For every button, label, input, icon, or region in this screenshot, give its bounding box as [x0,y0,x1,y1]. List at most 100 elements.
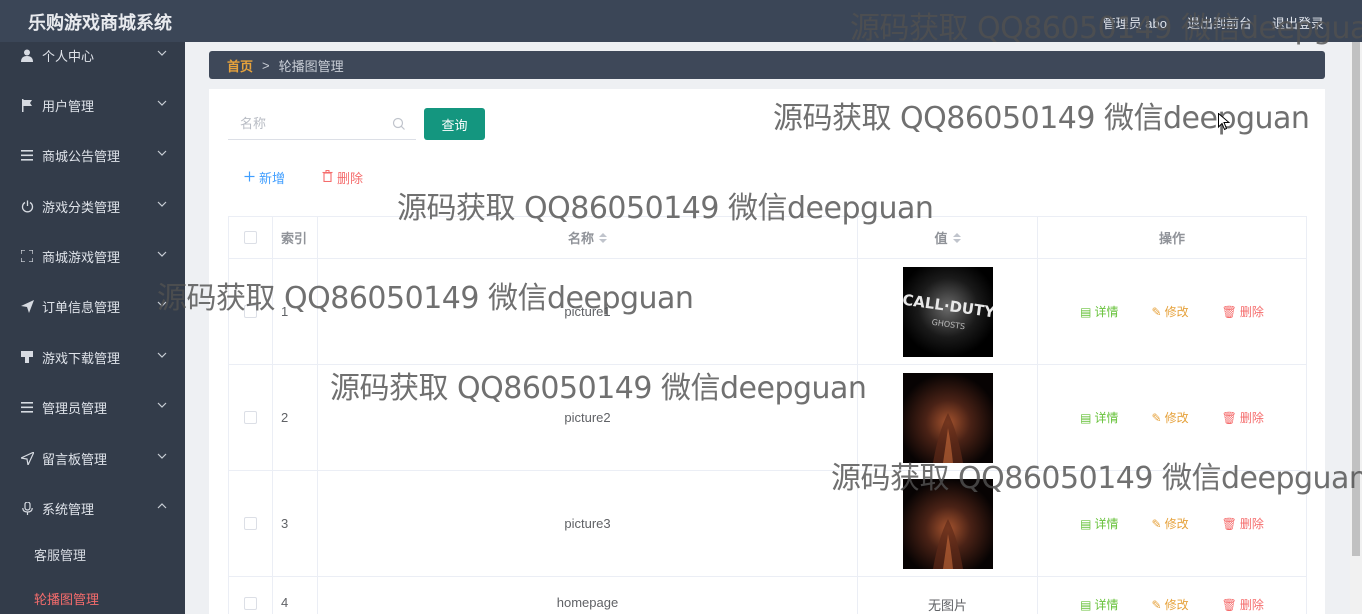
row-value: 无图片 [858,577,1038,614]
detail-button[interactable]: ▤ 详情 [1080,596,1118,613]
row-index: 4 [273,577,318,614]
row-checkbox-cell [228,471,273,576]
header-name[interactable]: 名称 [318,217,858,258]
delete-label: 删除 [1239,411,1264,425]
search-field[interactable] [228,108,416,140]
scrollbar-thumb[interactable] [1352,42,1360,556]
page-scrollbar[interactable] [1350,42,1362,614]
row-value [858,471,1038,576]
top-bar: 乐购游戏商城系统 管理员 abo 退出到前台 退出登录 [0,0,1362,42]
edit-button[interactable]: ✎ 修改 [1152,303,1189,320]
delete-label: 删除 [1239,305,1264,319]
delete-button[interactable]: 🗑 删除 [1222,596,1264,613]
row-actions: ▤ 详情 ✎ 修改 🗑 删除 [1038,471,1307,576]
breadcrumb-home[interactable]: 首页 [227,56,253,75]
chevron-down-icon [157,301,167,307]
call-of-duty-ghosts-image: CALL·DUTY GHOSTS [902,266,993,357]
select-all-checkbox[interactable] [244,231,257,244]
row-value [858,365,1038,470]
delete-button[interactable]: 🗑 删除 [1222,515,1264,532]
edit-button[interactable]: ✎ 修改 [1152,515,1189,532]
sidebar-item-label: 个人中心 [42,48,95,64]
document-icon: ▤ [1080,516,1092,531]
top-bar-right: 管理员 abo 退出到前台 退出登录 [1103,13,1324,32]
row-checkbox[interactable] [244,517,257,530]
dark-fire-image [902,372,993,463]
document-icon: ▤ [1080,304,1092,319]
sidebar-item-message-board[interactable]: 留言板管理 [0,433,185,483]
sidebar-subitem-carousel[interactable]: 轮播图管理 [0,576,185,614]
sidebar-item-system[interactable]: 系统管理 [0,483,185,533]
batch-delete-button[interactable]: 删除 [322,168,363,186]
add-button[interactable]: 新增 [244,168,285,186]
row-index: 2 [273,365,318,470]
row-actions: ▤ 详情 ✎ 修改 🗑 删除 [1038,577,1307,614]
sidebar-item-orders[interactable]: 订单信息管理 [0,281,185,331]
trash-icon: 🗑 [1221,516,1237,531]
microphone-icon [20,501,34,515]
row-actions: ▤ 详情 ✎ 修改 🗑 删除 [1038,259,1307,364]
search-input[interactable] [228,108,416,139]
flag-icon [20,98,34,112]
chevron-up-icon [157,503,167,509]
row-checkbox[interactable] [244,305,257,318]
sidebar-subitem-label: 客服管理 [34,547,87,563]
edit-label: 修改 [1164,305,1189,319]
detail-label: 详情 [1094,598,1119,612]
download-icon [20,350,34,364]
sort-icon [952,232,961,243]
list-icon [20,400,34,414]
chevron-down-icon [157,352,167,358]
edit-button[interactable]: ✎ 修改 [1152,596,1189,613]
delete-button[interactable]: 🗑 删除 [1222,303,1264,320]
detail-button[interactable]: ▤ 详情 [1080,303,1118,320]
logout-link[interactable]: 退出登录 [1272,13,1324,32]
sort-icon [599,232,607,243]
table-row: 4 homepage 无图片 ▤ 详情 ✎ 修改 🗑 删除 [228,577,1307,614]
table-header: 索引 名称 值 操作 [228,216,1307,259]
sidebar-item-label: 游戏分类管理 [42,199,121,215]
mouse-cursor-icon [1218,113,1230,131]
sidebar-subitem-customer-service[interactable]: 客服管理 [0,532,185,576]
row-checkbox[interactable] [244,411,257,424]
sidebar-item-label: 商城游戏管理 [42,249,121,265]
sidebar-item-label: 游戏下载管理 [42,350,121,366]
header-actions: 操作 [1038,217,1307,258]
add-button-label: 新增 [259,170,286,186]
sidebar-item-announcements[interactable]: 商城公告管理 [0,130,185,180]
back-to-front-link[interactable]: 退出到前台 [1187,13,1252,32]
trash-icon: 🗑 [1221,410,1237,425]
edit-label: 修改 [1164,517,1189,531]
row-value: CALL·DUTY GHOSTS [858,259,1038,364]
sidebar-item-game-categories[interactable]: 游戏分类管理 [0,181,185,231]
sidebar-item-personal-center[interactable]: 个人中心 [0,30,185,80]
power-icon [20,199,34,213]
sidebar-item-store-games[interactable]: 商城游戏管理 [0,231,185,281]
row-checkbox[interactable] [244,597,257,610]
header-value[interactable]: 值 [858,217,1038,258]
sidebar-item-label: 管理员管理 [42,400,108,416]
row-index: 3 [273,471,318,576]
location-icon [20,451,34,465]
trash-icon [322,169,333,185]
send-icon [20,299,34,313]
detail-button[interactable]: ▤ 详情 [1080,409,1118,426]
sidebar-item-label: 商城公告管理 [42,148,121,164]
query-button[interactable]: 查询 [424,108,485,140]
plus-icon [244,170,255,185]
edit-label: 修改 [1164,598,1189,612]
detail-button[interactable]: ▤ 详情 [1080,515,1118,532]
table-row: 2 picture2 ▤ 详情 ✎ 修改 🗑 删除 [228,365,1307,471]
chevron-down-icon [157,201,167,207]
chevron-down-icon [157,453,167,459]
header-name-label: 名称 [567,231,594,246]
sidebar-item-downloads[interactable]: 游戏下载管理 [0,332,185,382]
detail-label: 详情 [1094,517,1119,531]
sidebar-item-user-management[interactable]: 用户管理 [0,80,185,130]
row-checkbox-cell [228,365,273,470]
header-index: 索引 [273,217,318,258]
edit-button[interactable]: ✎ 修改 [1152,409,1189,426]
sidebar-item-admins[interactable]: 管理员管理 [0,382,185,432]
delete-button[interactable]: 🗑 删除 [1222,409,1264,426]
sidebar-item-label: 订单信息管理 [42,299,121,315]
